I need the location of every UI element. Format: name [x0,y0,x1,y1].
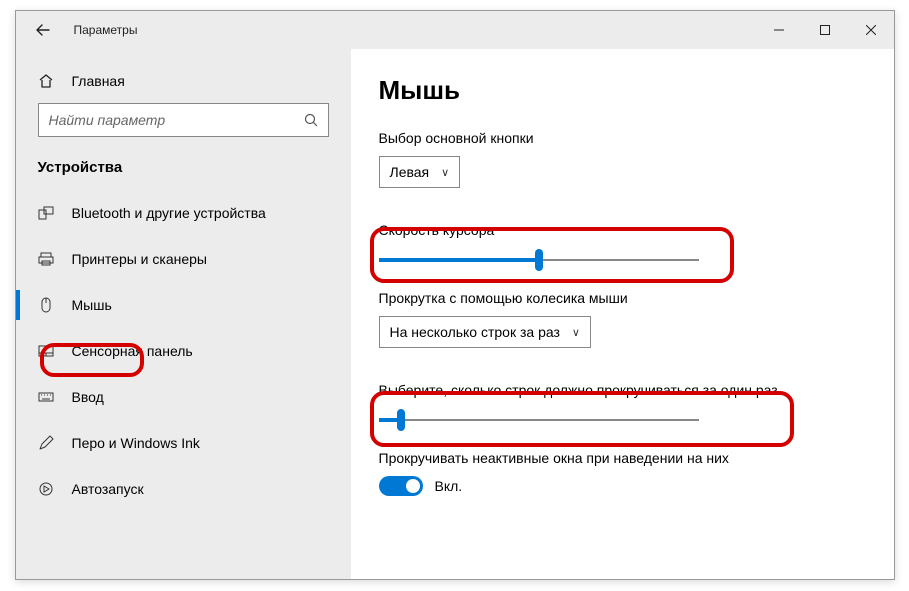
page-title: Мышь [379,75,874,106]
sidebar-item-printers[interactable]: Принтеры и сканеры [16,236,351,282]
sidebar-item-label: Ввод [72,389,104,405]
search-input[interactable]: Найти параметр [38,103,329,137]
window-title: Параметры [74,23,756,37]
scroll-inactive-toggle[interactable] [379,476,423,496]
dropdown-value: На несколько строк за раз [390,324,560,340]
sidebar-home-label: Главная [72,73,125,89]
search-icon [304,113,320,127]
lines-per-scroll-slider[interactable] [379,408,699,432]
touchpad-icon [38,343,58,359]
sidebar-item-label: Bluetooth и другие устройства [72,205,266,221]
sidebar-item-autoplay[interactable]: Автозапуск [16,466,351,512]
cursor-speed-label: Скорость курсора [379,222,874,238]
maximize-button[interactable] [802,11,848,49]
primary-button-label: Выбор основной кнопки [379,130,874,146]
sidebar-item-label: Принтеры и сканеры [72,251,207,267]
sidebar-item-label: Перо и Windows Ink [72,435,200,451]
slider-thumb[interactable] [535,249,543,271]
scroll-mode-dropdown[interactable]: На несколько строк за раз ∨ [379,316,591,348]
dropdown-value: Левая [390,164,430,180]
sidebar-category: Устройства [16,159,351,190]
mouse-icon [38,297,58,313]
slider-thumb[interactable] [397,409,405,431]
sidebar-item-label: Автозапуск [72,481,144,497]
autoplay-icon [38,481,58,497]
home-icon [38,73,58,89]
close-button[interactable] [848,11,894,49]
back-button[interactable] [30,17,56,43]
content-area: Мышь Выбор основной кнопки Левая ∨ Скоро… [351,49,894,579]
devices-icon [38,205,58,221]
toggle-knob [406,479,420,493]
sidebar-home[interactable]: Главная [16,67,351,103]
sidebar-item-mouse[interactable]: Мышь [16,282,351,328]
sidebar-item-label: Сенсорная панель [72,343,193,359]
keyboard-icon [38,389,58,405]
slider-track [379,419,699,421]
cursor-speed-slider[interactable] [379,248,699,272]
chevron-down-icon: ∨ [572,326,580,339]
sidebar: Главная Найти параметр Устройства Blueto… [16,49,351,579]
sidebar-nav: Bluetooth и другие устройства Принтеры и… [16,190,351,512]
lines-per-scroll-label: Выберите, сколько строк должно прокручив… [379,382,874,398]
sidebar-item-pen[interactable]: Перо и Windows Ink [16,420,351,466]
slider-fill [379,258,539,262]
primary-button-dropdown[interactable]: Левая ∨ [379,156,461,188]
pen-icon [38,435,58,451]
minimize-button[interactable] [756,11,802,49]
titlebar: Параметры [16,11,894,49]
chevron-down-icon: ∨ [441,166,449,179]
settings-window: Параметры Главная Найти параметр Устройс… [15,10,895,580]
sidebar-item-label: Мышь [72,297,112,313]
scroll-mode-label: Прокрутка с помощью колесика мыши [379,290,874,306]
scroll-inactive-label: Прокручивать неактивные окна при наведен… [379,450,874,466]
sidebar-item-bluetooth[interactable]: Bluetooth и другие устройства [16,190,351,236]
sidebar-item-touchpad[interactable]: Сенсорная панель [16,328,351,374]
toggle-state-label: Вкл. [435,478,463,494]
sidebar-item-typing[interactable]: Ввод [16,374,351,420]
printer-icon [38,251,58,267]
search-placeholder: Найти параметр [49,112,304,128]
